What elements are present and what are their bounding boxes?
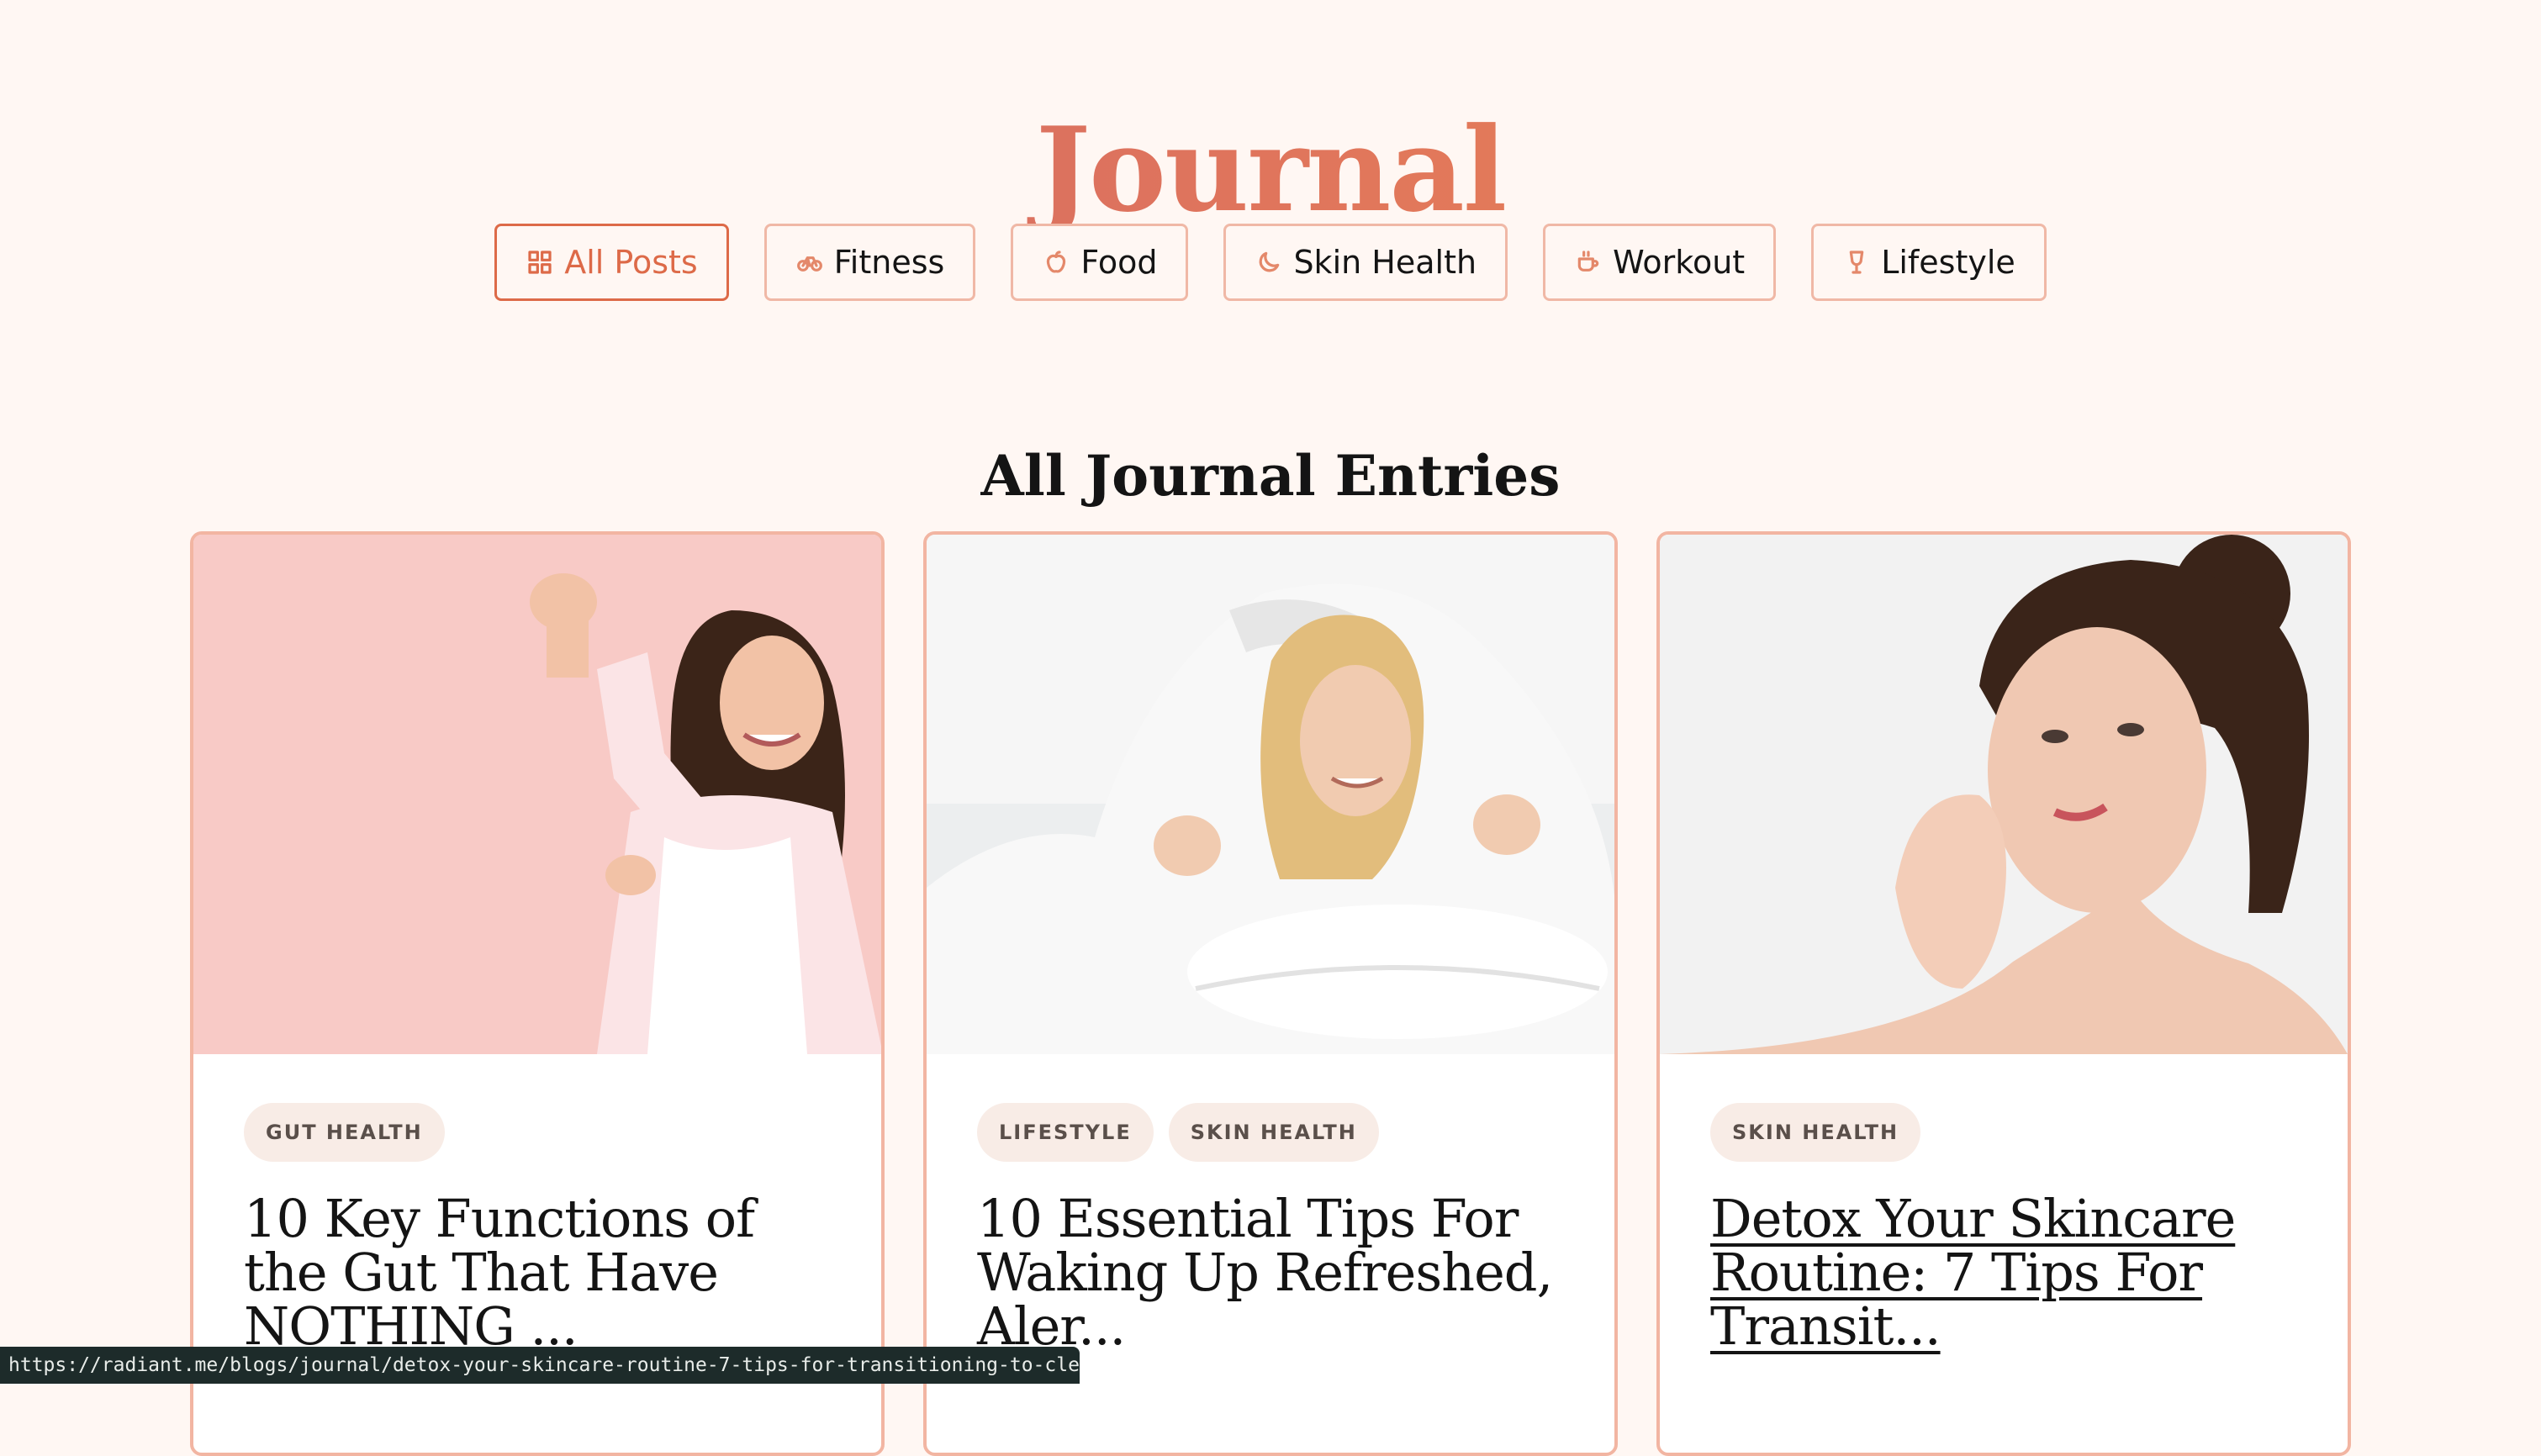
card-image[interactable]: [193, 535, 881, 1054]
moon-icon: [1255, 248, 1283, 277]
journal-card[interactable]: SKIN HEALTH Detox Your Skincare Routine:…: [1656, 531, 2351, 1456]
filter-label: Skin Health: [1293, 244, 1477, 281]
card-tags: SKIN HEALTH: [1710, 1103, 1921, 1162]
filter-fitness-button[interactable]: Fitness: [763, 224, 976, 301]
tag-badge[interactable]: LIFESTYLE: [977, 1103, 1154, 1162]
link-preview-status-bar: https://radiant.me/blogs/journal/detox-y…: [0, 1347, 1080, 1384]
filter-workout-button[interactable]: Workout: [1543, 224, 1777, 301]
apple-icon: [1042, 248, 1070, 277]
filter-skin-health-button[interactable]: Skin Health: [1223, 224, 1508, 301]
bicycle-icon: [795, 248, 824, 277]
grid-icon: [526, 248, 554, 277]
card-image[interactable]: [927, 535, 1614, 1054]
filter-lifestyle-button[interactable]: Lifestyle: [1811, 224, 2047, 301]
filter-label: All Posts: [564, 244, 698, 281]
filter-label: Food: [1080, 244, 1158, 281]
card-tags: LIFESTYLE SKIN HEALTH: [977, 1103, 1379, 1162]
card-tags: GUT HEALTH: [244, 1103, 445, 1162]
journal-card[interactable]: LIFESTYLE SKIN HEALTH 10 Essential Tips …: [923, 531, 1618, 1456]
filter-label: Fitness: [833, 244, 945, 281]
filter-label: Workout: [1613, 244, 1746, 281]
cup-icon: [1574, 248, 1603, 277]
category-filter-bar: All Posts Fitness Food Skin Health Worko…: [0, 224, 2541, 304]
section-title: All Journal Entries: [980, 442, 1561, 509]
card-title[interactable]: 10 Essential Tips For Waking Up Refreshe…: [977, 1192, 1582, 1353]
glass-icon: [1842, 248, 1871, 277]
tag-badge[interactable]: SKIN HEALTH: [1168, 1103, 1379, 1162]
tag-badge[interactable]: SKIN HEALTH: [1710, 1103, 1921, 1162]
card-title[interactable]: 10 Key Functions of the Gut That Have NO…: [244, 1192, 849, 1353]
journal-card[interactable]: GUT HEALTH 10 Key Functions of the Gut T…: [190, 531, 885, 1456]
filter-food-button[interactable]: Food: [1011, 224, 1189, 301]
card-image[interactable]: [1660, 535, 2348, 1054]
filter-all-posts-button[interactable]: All Posts: [494, 224, 729, 301]
card-title-link[interactable]: Detox Your Skincare Routine: 7 Tips For …: [1710, 1192, 2316, 1353]
tag-badge[interactable]: GUT HEALTH: [244, 1103, 445, 1162]
page-title: Journal: [0, 103, 2541, 237]
filter-label: Lifestyle: [1881, 244, 2015, 281]
